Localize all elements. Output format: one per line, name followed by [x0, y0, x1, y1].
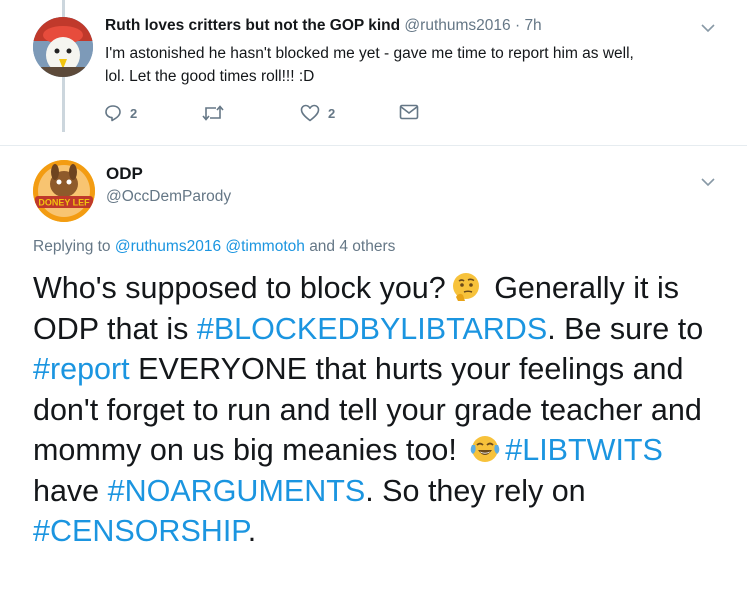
reply-count: 2 [130, 105, 138, 121]
timestamp[interactable]: 7h [524, 17, 541, 34]
hashtag-link[interactable]: #BLOCKEDBYLIBTARDS [197, 312, 547, 346]
replying-others[interactable]: and 4 others [309, 238, 395, 255]
tweet-text-line: I'm astonished he hasn't blocked me yet … [105, 45, 634, 62]
hashtag-link[interactable]: #report [33, 352, 130, 386]
direct-message-button[interactable] [399, 104, 419, 120]
reply-tweet[interactable]: Ruth loves critters but not the GOP kind… [0, 0, 747, 145]
display-name[interactable]: Ruth loves critters but not the GOP kind [105, 17, 400, 34]
separator: · [514, 17, 521, 34]
tweet-text-segment: have [33, 473, 108, 508]
like-icon [300, 104, 320, 122]
tweet-text-segment: . So they rely on [365, 473, 586, 508]
reply-icon [105, 105, 121, 122]
display-name[interactable]: ODP [106, 164, 143, 184]
avatar-logo-text: DONEY LEF [38, 198, 90, 208]
user-handle[interactable]: @OccDemParody [106, 188, 231, 206]
thinking-face-emoji [452, 273, 479, 301]
like-button[interactable]: 2 [300, 104, 335, 122]
tweet-text-segment: . Be sure to [547, 311, 704, 346]
tweet-divider [0, 145, 747, 146]
hashtag-link[interactable]: #LIBTWITS [505, 433, 663, 467]
hashtag-link[interactable]: #NOARGUMENTS [108, 474, 366, 508]
avatar[interactable] [33, 17, 93, 77]
replying-user-link[interactable]: @ruthums2016 [115, 238, 221, 255]
replying-user-link[interactable]: @timmotoh [225, 238, 304, 255]
tweet-text-segment: . [247, 514, 257, 548]
retweet-button[interactable] [202, 104, 224, 122]
message-icon [399, 104, 419, 120]
chevron-down-icon[interactable] [701, 177, 715, 187]
user-handle[interactable]: @ruthums2016 [404, 17, 510, 34]
retweet-icon [202, 105, 224, 121]
tweet-text-line: lol. Let the good times roll!!! :D [105, 68, 315, 85]
hashtag-link[interactable]: #CENSORSHIP [33, 514, 248, 548]
tweet-header: Ruth loves critters but not the GOP kind… [105, 17, 542, 35]
tears-of-joy-emoji [470, 436, 500, 462]
replying-prefix: Replying to [33, 238, 111, 255]
tweet-text: I'm astonished he hasn't blocked me yet … [105, 42, 705, 88]
tweet-text-segment: Who's supposed to block you? [33, 271, 446, 305]
tweet-text: Who's supposed to block you? Generally i… [33, 268, 723, 552]
like-count: 2 [328, 105, 336, 121]
replying-to: Replying to @ruthums2016 @timmotoh and 4… [33, 238, 395, 256]
avatar[interactable]: DONEY LEF [33, 160, 95, 222]
reply-button[interactable]: 2 [104, 104, 137, 122]
chevron-down-icon[interactable] [701, 23, 715, 33]
